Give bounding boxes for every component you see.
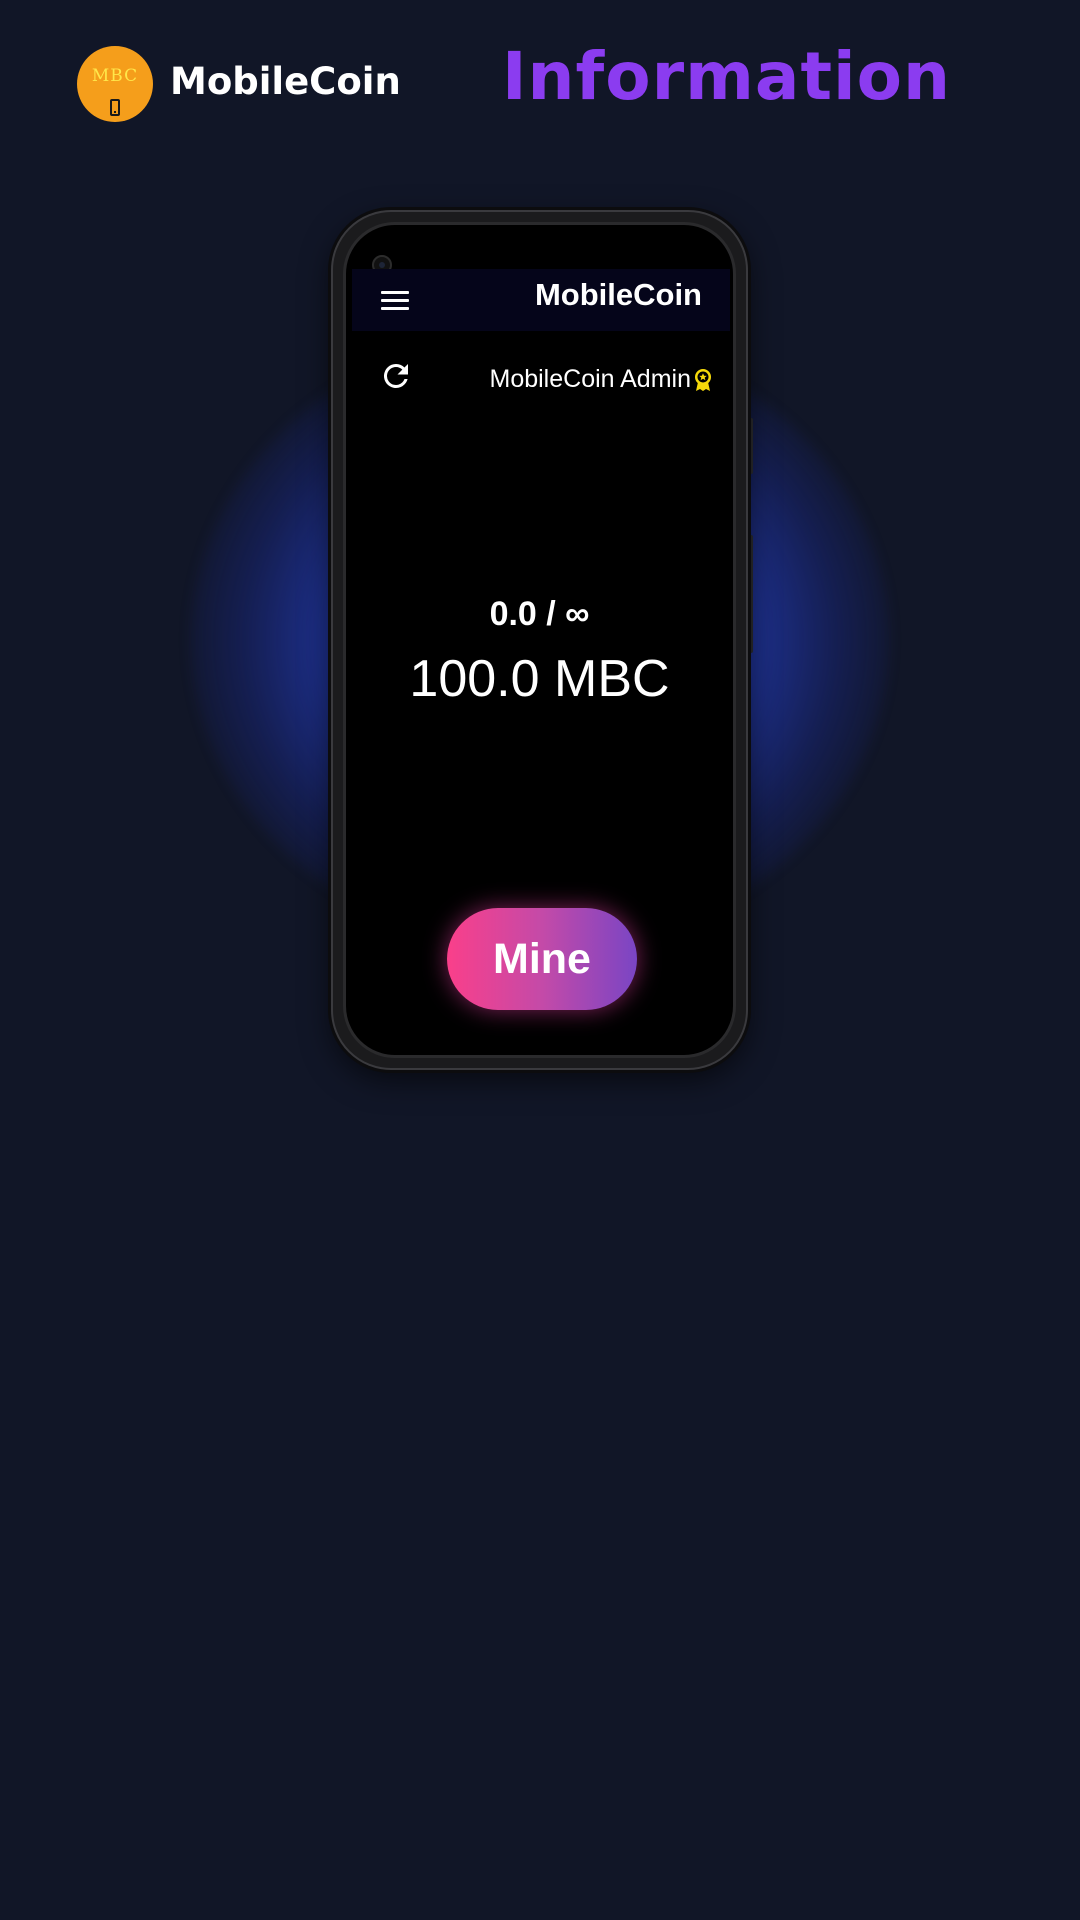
- phone-side-button: [748, 535, 753, 653]
- brand-name: MobileCoin: [170, 60, 401, 103]
- page: MBC MobileCoin Information MobileCoin Mo…: [0, 0, 1080, 1920]
- admin-row: MobileCoin Admin: [490, 365, 714, 394]
- app-title: MobileCoin: [534, 277, 702, 312]
- refresh-icon[interactable]: [378, 358, 414, 394]
- award-badge-icon: [695, 368, 711, 391]
- phone-icon: [110, 99, 120, 116]
- brand-logo: MBC: [77, 46, 153, 122]
- app-bar: MobileCoin: [352, 269, 730, 331]
- mining-counter: 0.0 / ∞: [489, 595, 590, 633]
- hamburger-menu-icon[interactable]: [381, 291, 409, 311]
- phone-side-button: [748, 418, 753, 474]
- logo-text: MBC: [91, 66, 139, 86]
- balance-amount: 100.0 MBC: [409, 650, 670, 708]
- admin-label: MobileCoin Admin: [489, 365, 692, 393]
- site-header: MBC MobileCoin Information: [0, 0, 1080, 160]
- mine-button[interactable]: Mine: [447, 908, 637, 1010]
- page-title: Information: [502, 38, 951, 115]
- phone-mockup: MobileCoin MobileCoin Admin 0.0 / ∞ 100.…: [331, 210, 748, 1070]
- phone-screen: MobileCoin MobileCoin Admin 0.0 / ∞ 100.…: [343, 222, 736, 1058]
